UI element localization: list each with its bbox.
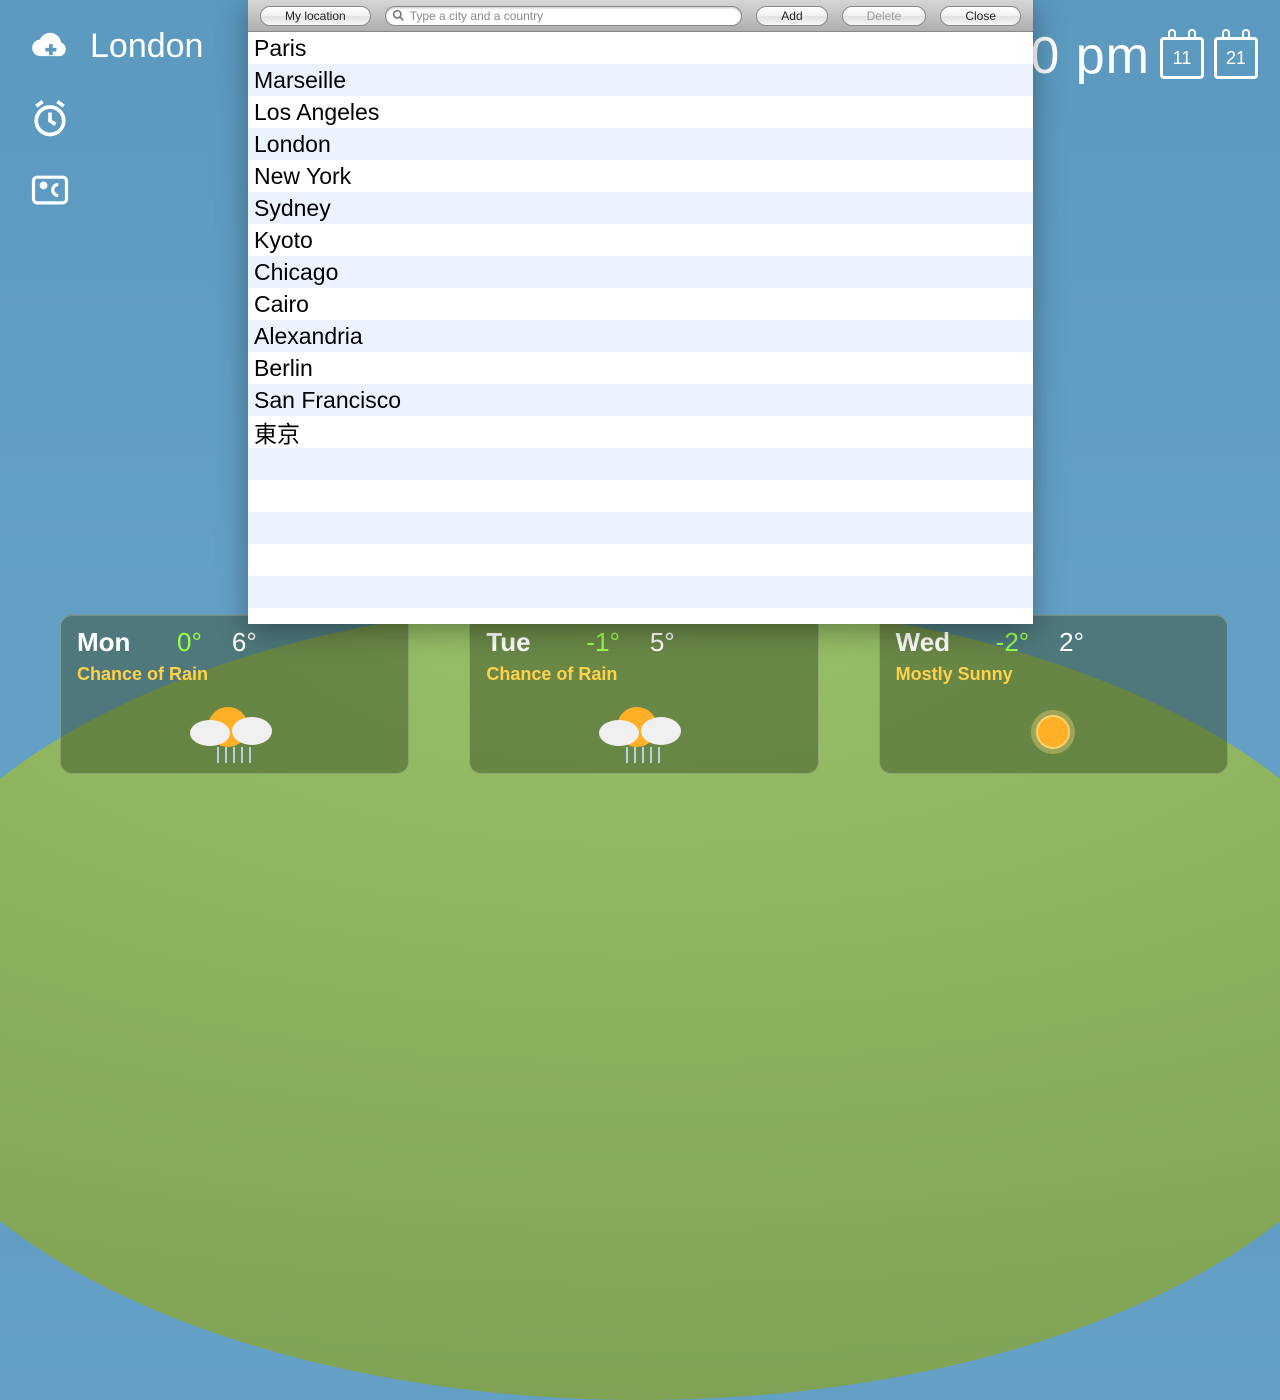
my-location-button[interactable]: My location [260, 6, 371, 26]
rain-icon [470, 697, 817, 767]
city-list-item[interactable]: Cairo [248, 288, 1033, 320]
city-list-item[interactable]: Sydney [248, 192, 1033, 224]
city-list-item[interactable]: London [248, 128, 1033, 160]
temperature-unit-icon[interactable] [28, 168, 72, 212]
temp-high: 5° [650, 627, 675, 658]
city-list-item[interactable] [248, 576, 1033, 608]
city-list-item[interactable]: New York [248, 160, 1033, 192]
current-city-row[interactable]: London [28, 24, 203, 68]
city-list-item[interactable]: Los Angeles [248, 96, 1033, 128]
close-button[interactable]: Close [940, 6, 1021, 26]
calendar-icon-2[interactable]: 21 [1214, 31, 1258, 81]
temp-high: 6° [232, 627, 257, 658]
day-name: Wed [896, 627, 966, 658]
city-list-item[interactable]: San Francisco [248, 384, 1033, 416]
alarm-clock-icon[interactable] [28, 96, 72, 140]
clock-calendar-area: 0 pm 11 21 [1030, 26, 1258, 86]
city-list-item[interactable]: Alexandria [248, 320, 1033, 352]
condition-text: Chance of Rain [486, 664, 801, 685]
temp-low: 0° [177, 627, 202, 658]
city-list-item[interactable] [248, 480, 1033, 512]
city-list-item[interactable] [248, 512, 1033, 544]
city-search-input[interactable] [385, 6, 743, 26]
sidebar-controls: London [28, 24, 203, 212]
temp-high: 2° [1059, 627, 1084, 658]
city-manager-dialog: My location Add Delete Close ParisMarsei… [248, 0, 1033, 624]
forecast-card[interactable]: Tue -1° 5° Chance of Rain [469, 614, 818, 774]
temp-low: -2° [996, 627, 1030, 658]
sun-icon [880, 697, 1227, 767]
city-list-item[interactable]: Chicago [248, 256, 1033, 288]
forecast-row: Mon 0° 6° Chance of Rain Tue -1° 5° Chan… [60, 614, 1228, 774]
calendar-day-1: 11 [1160, 37, 1204, 79]
delete-button[interactable]: Delete [842, 6, 927, 26]
day-name: Tue [486, 627, 556, 658]
city-list-item[interactable]: Berlin [248, 352, 1033, 384]
current-city-label: London [90, 27, 203, 66]
city-list-item[interactable]: Kyoto [248, 224, 1033, 256]
cloud-add-icon [28, 24, 72, 68]
clock-time: 0 pm [1030, 26, 1150, 86]
city-list-item[interactable] [248, 448, 1033, 480]
city-list[interactable]: ParisMarseilleLos AngelesLondonNew YorkS… [248, 32, 1033, 624]
forecast-card[interactable]: Wed -2° 2° Mostly Sunny [879, 614, 1228, 774]
city-list-item[interactable]: 東京 [248, 416, 1033, 448]
search-icon [392, 9, 405, 22]
rain-icon [61, 697, 408, 767]
dialog-toolbar: My location Add Delete Close [248, 0, 1033, 32]
calendar-icon-1[interactable]: 11 [1160, 31, 1204, 81]
temp-low: -1° [586, 627, 620, 658]
forecast-card[interactable]: Mon 0° 6° Chance of Rain [60, 614, 409, 774]
condition-text: Chance of Rain [77, 664, 392, 685]
condition-text: Mostly Sunny [896, 664, 1211, 685]
city-search-wrap [385, 6, 743, 26]
city-list-item[interactable]: Paris [248, 32, 1033, 64]
city-list-item[interactable] [248, 544, 1033, 576]
calendar-day-2: 21 [1214, 37, 1258, 79]
day-name: Mon [77, 627, 147, 658]
add-button[interactable]: Add [756, 6, 827, 26]
city-list-item[interactable]: Marseille [248, 64, 1033, 96]
